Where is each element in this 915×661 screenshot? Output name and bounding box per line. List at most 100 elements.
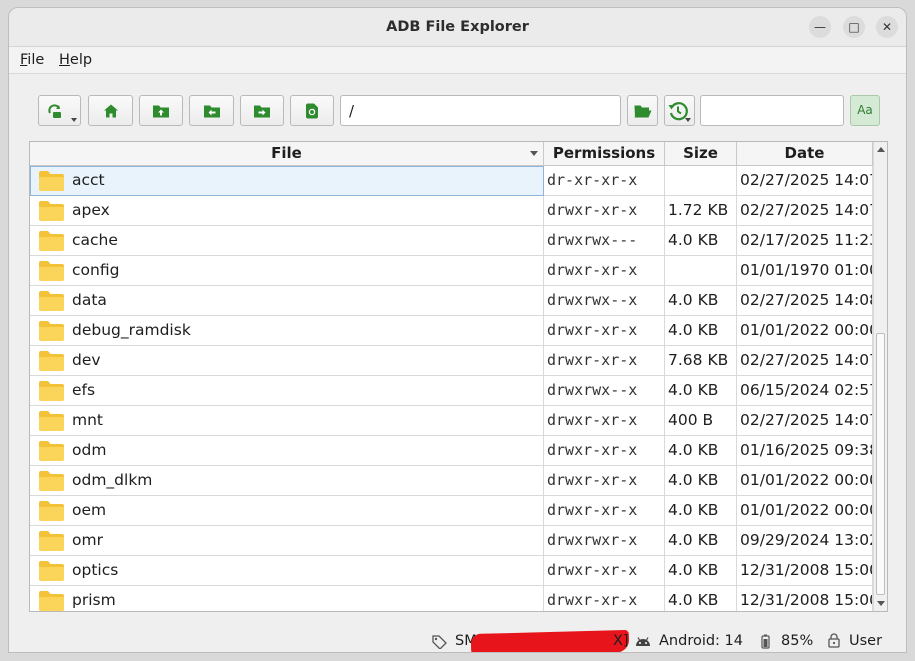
menu-bar: File Help [9,47,906,74]
table-row[interactable]: omr drwxrwxr-x 4.0 KB 09/29/2024 13:02 [30,526,873,556]
folder-icon [39,261,64,281]
file-name-cell[interactable]: config [30,256,544,286]
permissions-cell: drwxr-xr-x [544,346,665,376]
table-row[interactable]: cache drwxrwx--- 4.0 KB 02/17/2025 11:23 [30,226,873,256]
folder-icon [39,531,64,551]
scroll-down-arrow-icon[interactable] [877,601,885,606]
file-name: prism [72,591,116,609]
file-name: dev [72,351,101,369]
file-name: oem [72,501,107,519]
file-name-cell[interactable]: acct [30,166,544,196]
date-cell: 02/27/2025 14:07 [737,346,873,376]
folder-icon [39,561,64,581]
column-header-permissions[interactable]: Permissions [544,142,665,166]
parent-folder-button[interactable] [139,95,183,126]
refresh-icon [306,103,318,118]
size-cell: 4.0 KB [665,556,737,586]
file-name-cell[interactable]: odm_dlkm [30,466,544,496]
file-name-cell[interactable]: cache [30,226,544,256]
file-name-cell[interactable]: odm [30,436,544,466]
file-name: data [72,291,107,309]
file-name-cell[interactable]: dev [30,346,544,376]
table-row[interactable]: dev drwxr-xr-x 7.68 KB 02/27/2025 14:07 [30,346,873,376]
table-row[interactable]: acct dr-xr-xr-x 02/27/2025 14:07 [30,166,873,196]
forward-button[interactable] [240,95,284,126]
file-name: mnt [72,411,103,429]
dropdown-arrow-icon [71,118,77,122]
size-cell: 4.0 KB [665,496,737,526]
column-header-size[interactable]: Size [665,142,737,166]
folder-icon [39,591,64,611]
table-row[interactable]: apex drwxr-xr-x 1.72 KB 02/27/2025 14:07 [30,196,873,226]
file-name-cell[interactable]: mnt [30,406,544,436]
path-input[interactable] [340,95,621,126]
date-cell: 01/01/2022 00:00 [737,466,873,496]
scroll-up-arrow-icon[interactable] [877,147,885,152]
menu-help-mnemonic: H [59,52,70,68]
permissions-cell: drwxrwx--x [544,376,665,406]
file-name-cell[interactable]: data [30,286,544,316]
folder-icon [39,171,64,191]
table-row[interactable]: mnt drwxr-xr-x 400 B 02/27/2025 14:07 [30,406,873,436]
folder-back-icon [203,105,220,117]
menu-file[interactable]: File [20,52,44,68]
date-cell: 02/27/2025 14:07 [737,406,873,436]
size-cell: 4.0 KB [665,436,737,466]
file-list: acct dr-xr-xr-x 02/27/2025 14:07 apex drwxr-… [30,166,873,611]
refresh-button[interactable] [290,95,334,126]
folder-open-icon [634,105,651,117]
file-name-cell[interactable]: debug_ramdisk [30,316,544,346]
file-name-cell[interactable]: oem [30,496,544,526]
size-cell: 4.0 KB [665,466,737,496]
devices-button[interactable] [38,95,81,126]
table-row[interactable]: data drwxrwx--x 4.0 KB 02/27/2025 14:08 [30,286,873,316]
file-name-cell[interactable]: omr [30,526,544,556]
permissions-cell: drwxrwxr-x [544,526,665,556]
battery-icon [761,634,770,649]
permissions-cell: drwxr-xr-x [544,196,665,226]
history-button[interactable] [664,95,695,126]
file-name: apex [72,201,110,219]
menu-help-label: elp [69,52,93,68]
file-name-cell[interactable]: optics [30,556,544,586]
battery-level: 85% [781,633,814,649]
redaction-mark [470,629,630,652]
close-button[interactable]: ✕ [876,16,898,38]
menu-file-label: ile [27,52,45,68]
table-row[interactable]: prism drwxr-xr-x 4.0 KB 12/31/2008 15:00 [30,586,873,611]
date-cell: 02/27/2025 14:07 [737,196,873,226]
scrollbar-thumb[interactable] [876,333,885,595]
table-row[interactable]: oem drwxr-xr-x 4.0 KB 01/01/2022 00:00 [30,496,873,526]
open-folder-button[interactable] [627,95,658,126]
home-button[interactable] [88,95,133,126]
case-sensitive-toggle[interactable]: Aa [850,95,880,126]
permissions-cell: drwxrwx--x [544,286,665,316]
file-name-cell[interactable]: efs [30,376,544,406]
minimize-button[interactable]: — [809,16,831,38]
column-header-file[interactable]: File [30,142,544,166]
vertical-scrollbar[interactable] [873,142,887,611]
column-header-date[interactable]: Date [737,142,873,166]
date-cell: 01/01/2022 00:00 [737,496,873,526]
table-row[interactable]: odm drwxr-xr-x 4.0 KB 01/16/2025 09:38 [30,436,873,466]
table-row[interactable]: optics drwxr-xr-x 4.0 KB 12/31/2008 15:00 [30,556,873,586]
lock-icon [828,633,840,648]
maximize-button[interactable]: □ [843,16,865,38]
permissions-cell: drwxr-xr-x [544,316,665,346]
table-row[interactable]: efs drwxrwx--x 4.0 KB 06/15/2024 02:57 [30,376,873,406]
size-cell: 4.0 KB [665,226,737,256]
table-row[interactable]: odm_dlkm drwxr-xr-x 4.0 KB 01/01/2022 00:00 [30,466,873,496]
table-row[interactable]: debug_ramdisk drwxr-xr-x 4.0 KB 01/01/2022 … [30,316,873,346]
size-cell: 4.0 KB [665,526,737,556]
size-cell: 4.0 KB [665,286,737,316]
file-name-cell[interactable]: apex [30,196,544,226]
date-cell: 01/01/1970 01:00 [737,256,873,286]
menu-help[interactable]: Help [59,52,92,68]
back-button[interactable] [189,95,234,126]
sort-indicator-icon [530,151,538,156]
folder-icon [39,291,64,311]
tag-icon [432,635,447,649]
table-row[interactable]: config drwxr-xr-x 01/01/1970 01:00 [30,256,873,286]
search-input[interactable] [700,95,844,126]
file-name-cell[interactable]: prism [30,586,544,611]
